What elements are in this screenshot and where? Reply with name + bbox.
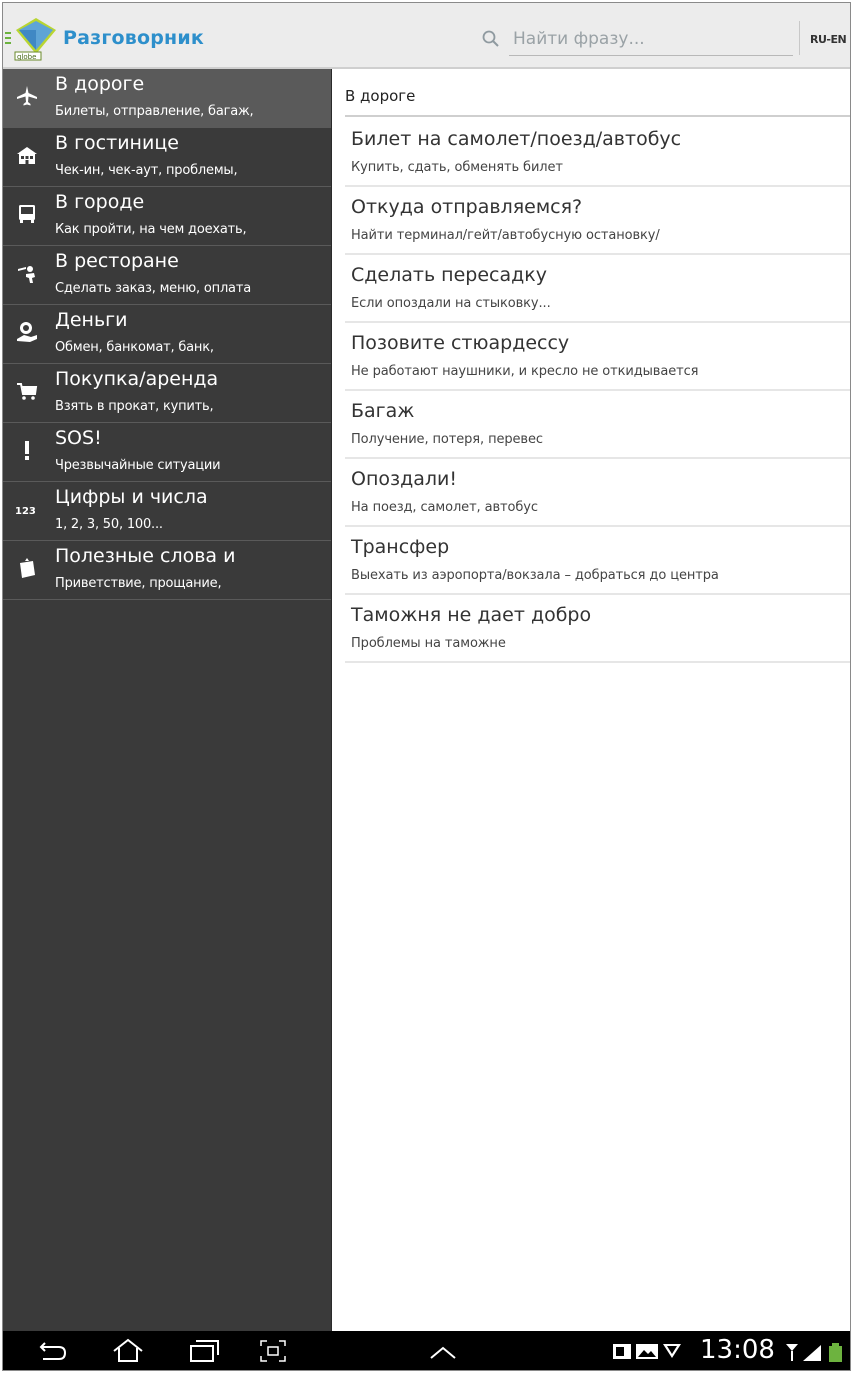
- book-icon: [20, 558, 35, 578]
- list-item-subtitle: Найти терминал/гейт/автобусную остановку…: [351, 228, 660, 243]
- list-item[interactable]: Трансфер Выехать из аэропорта/вокзала – …: [332, 527, 850, 595]
- hotel-icon: [17, 147, 37, 164]
- sidebar-item-subtitle: Билеты, отправление, багаж,: [55, 104, 254, 119]
- sidebar-item-subtitle: Взять в прокат, купить,: [55, 399, 214, 414]
- sidebar-item-shopping[interactable]: Покупка/аренда Взять в прокат, купить,: [3, 364, 331, 423]
- section-header: В дороге: [345, 87, 416, 105]
- list-item-title: Билет на самолет/поезд/автобус: [351, 128, 682, 150]
- section-divider: [345, 115, 850, 117]
- sidebar-item-title: Деньги: [55, 309, 128, 331]
- recent-apps-icon[interactable]: [183, 1336, 223, 1366]
- notification-icons: [613, 1344, 681, 1359]
- sidebar-item-sos[interactable]: SOS! Чрезвычайные ситуации: [3, 423, 331, 482]
- sidebar-item-restaurant[interactable]: В ресторане Сделать заказ, меню, оплата: [3, 246, 331, 305]
- app-logo-icon[interactable]: globe: [13, 16, 59, 62]
- list-item-title: Багаж: [351, 400, 415, 422]
- search-bar: [481, 23, 793, 59]
- waiter-icon: [18, 266, 35, 283]
- phrase-list-panel: В дороге Билет на самолет/поезд/автобус …: [332, 69, 850, 1331]
- action-bar: globe Разговорник RU-EN: [3, 3, 850, 69]
- sidebar-item-useful-words[interactable]: Полезные слова и Приветствие, прощание,: [3, 541, 331, 600]
- list-item-title: Таможня не дает добро: [351, 604, 592, 626]
- sidebar-item-city[interactable]: В городе Как пройти, на чем доехать,: [3, 187, 331, 246]
- action-bar-divider: [799, 21, 800, 55]
- list-item[interactable]: Билет на самолет/поезд/автобус Купить, с…: [332, 119, 850, 187]
- numbers-icon: 123: [15, 506, 36, 517]
- category-sidebar: В дороге Билеты, отправление, багаж, В г…: [3, 69, 332, 1331]
- airplane-icon: [17, 86, 37, 106]
- list-item-title: Трансфер: [351, 536, 450, 558]
- sidebar-item-title: В ресторане: [55, 250, 179, 272]
- signal-battery-icon: [786, 1343, 842, 1362]
- sidebar-item-subtitle: Чек-ин, чек-аут, проблемы,: [55, 163, 238, 178]
- sidebar-item-title: SOS!: [55, 427, 102, 449]
- list-item[interactable]: Багаж Получение, потеря, перевес: [332, 391, 850, 459]
- chevron-up-icon[interactable]: [423, 1336, 463, 1366]
- back-icon[interactable]: [33, 1336, 73, 1366]
- sidebar-item-title: Покупка/аренда: [55, 368, 219, 390]
- list-item[interactable]: Позовите стюардессу Не работают наушники…: [332, 323, 850, 391]
- sidebar-item-subtitle: Приветствие, прощание,: [55, 576, 222, 591]
- screenshot-icon[interactable]: [253, 1336, 293, 1366]
- list-item-subtitle: Выехать из аэропорта/вокзала – добраться…: [351, 568, 719, 583]
- list-item-title: Позовите стюардессу: [351, 332, 570, 354]
- sidebar-item-subtitle: 1, 2, 3, 50, 100...: [55, 517, 163, 532]
- list-item-subtitle: Получение, потеря, перевес: [351, 432, 543, 447]
- sidebar-item-subtitle: Чрезвычайные ситуации: [55, 458, 221, 473]
- list-item[interactable]: Сделать пересадку Если опоздали на стыко…: [332, 255, 850, 323]
- bus-icon: [19, 205, 35, 223]
- phrase-list: Билет на самолет/поезд/автобус Купить, с…: [332, 119, 850, 663]
- list-item-subtitle: Купить, сдать, обменять билет: [351, 160, 563, 175]
- search-icon: [482, 30, 499, 47]
- sidebar-item-subtitle: Сделать заказ, меню, оплата: [55, 281, 251, 296]
- money-icon: [17, 322, 37, 342]
- cart-icon: [17, 383, 38, 400]
- sidebar-item-subtitle: Как пройти, на чем доехать,: [55, 222, 247, 237]
- list-item-subtitle: Не работают наушники, и кресло не откиды…: [351, 364, 699, 379]
- list-item-title: Опоздали!: [351, 468, 457, 490]
- language-switch-button[interactable]: RU-EN: [810, 33, 847, 46]
- search-input[interactable]: [509, 23, 793, 56]
- sidebar-item-title: В городе: [55, 191, 145, 213]
- status-time: 13:08: [700, 1335, 775, 1365]
- sidebar-item-hotel[interactable]: В гостинице Чек-ин, чек-аут, проблемы,: [3, 128, 331, 187]
- svg-text:123: 123: [15, 506, 36, 517]
- list-item-title: Сделать пересадку: [351, 264, 547, 286]
- list-item[interactable]: Откуда отправляемся? Найти терминал/гейт…: [332, 187, 850, 255]
- list-item-subtitle: Проблемы на таможне: [351, 636, 506, 651]
- list-item-subtitle: Если опоздали на стыковку...: [351, 296, 551, 311]
- list-item-subtitle: На поезд, самолет, автобус: [351, 500, 538, 515]
- list-item-title: Откуда отправляемся?: [351, 196, 583, 218]
- system-nav-bar: 13:08: [3, 1331, 850, 1370]
- exclamation-icon: [25, 441, 29, 460]
- svg-text:globe: globe: [17, 53, 36, 61]
- sidebar-item-numbers[interactable]: 123 Цифры и числа 1, 2, 3, 50, 100...: [3, 482, 331, 541]
- list-item[interactable]: Таможня не дает добро Проблемы на таможн…: [332, 595, 850, 663]
- sidebar-item-travel[interactable]: В дороге Билеты, отправление, багаж,: [3, 69, 331, 128]
- app-title[interactable]: Разговорник: [63, 27, 204, 49]
- sidebar-item-title: Цифры и числа: [55, 486, 208, 508]
- sidebar-item-money[interactable]: Деньги Обмен, банкомат, банк,: [3, 305, 331, 364]
- sidebar-item-title: В гостинице: [55, 132, 179, 154]
- sidebar-item-title: В дороге: [55, 73, 145, 95]
- sidebar-item-subtitle: Обмен, банкомат, банк,: [55, 340, 214, 355]
- app-window: globe Разговорник RU-EN В дороге Билеты,…: [2, 2, 851, 1371]
- home-icon[interactable]: [108, 1336, 148, 1366]
- sidebar-item-title: Полезные слова и: [55, 545, 236, 567]
- list-item[interactable]: Опоздали! На поезд, самолет, автобус: [332, 459, 850, 527]
- drawer-menu-icon[interactable]: [5, 32, 11, 46]
